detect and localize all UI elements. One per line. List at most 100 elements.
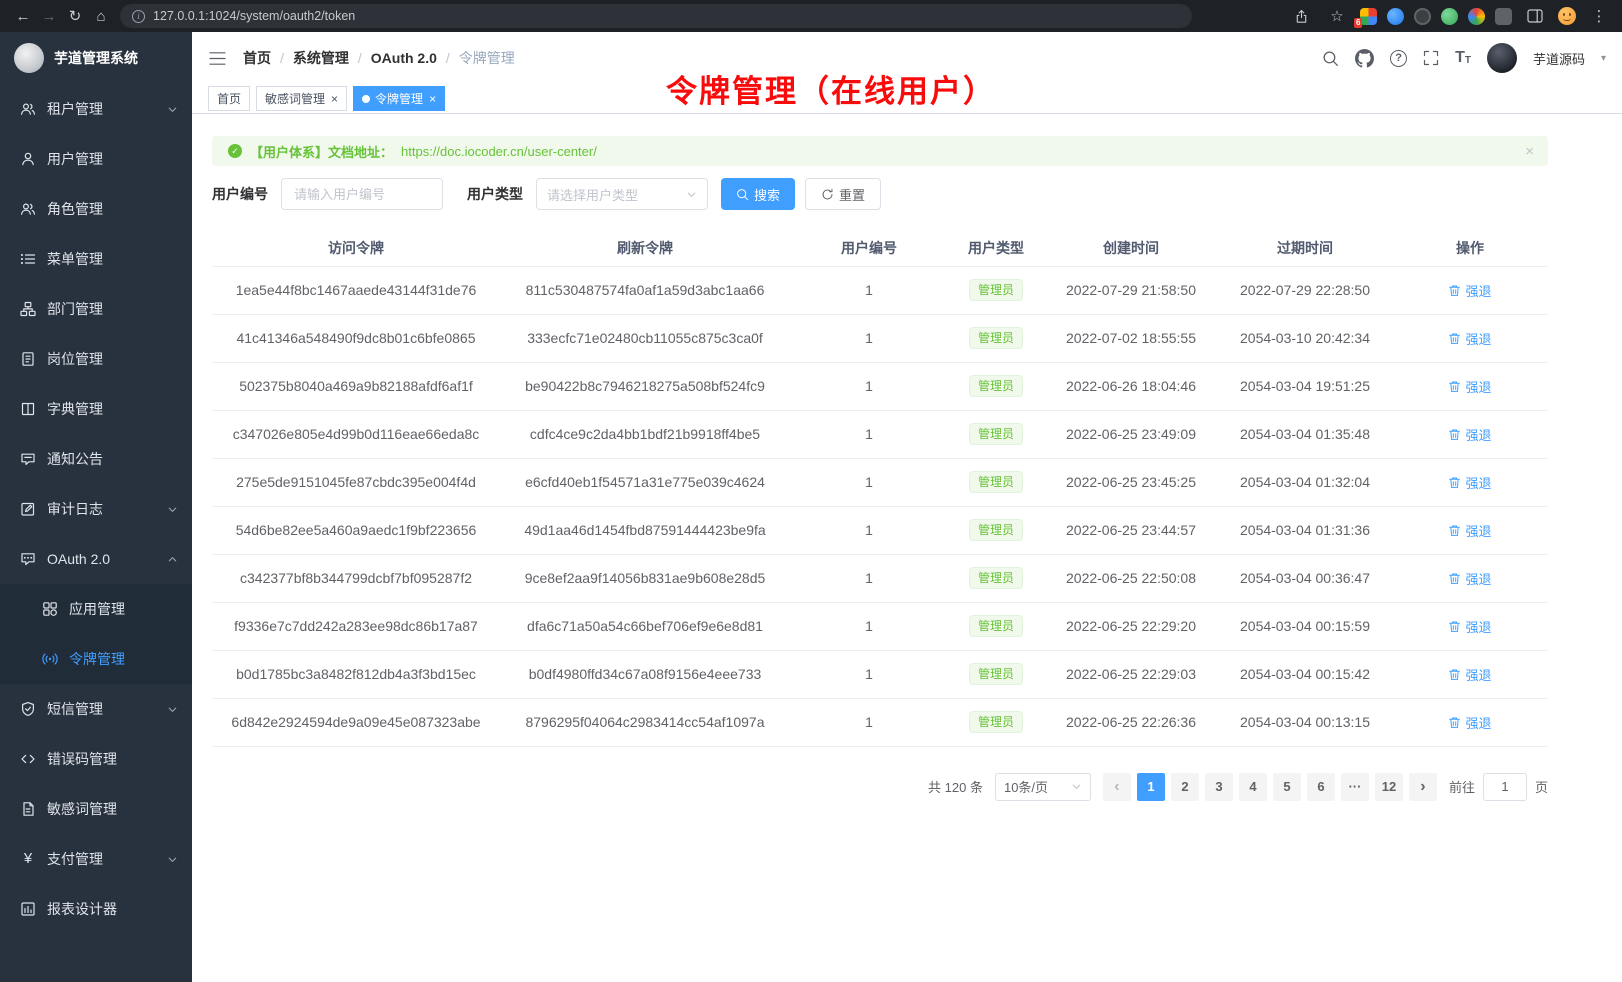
user-avatar[interactable] [1487,43,1517,73]
bookmark-star-icon[interactable]: ☆ [1324,3,1350,29]
sidebar-item-user-mgmt[interactable]: 用户管理 [0,134,192,184]
close-icon[interactable]: × [429,93,436,105]
browser-toolbar-right: ☆ 6 ⋮ [1288,3,1612,29]
breadcrumb-oauth2[interactable]: OAuth 2.0 [371,50,437,66]
sidebar-item-dept-mgmt[interactable]: 部门管理 [0,284,192,334]
user-type-badge: 管理员 [969,279,1023,301]
create-time-cell: 2022-06-25 22:29:20 [1044,602,1218,650]
actions-cell: 强退 [1392,314,1548,362]
sidebar-item-oauth2[interactable]: OAuth 2.0 [0,534,192,584]
help-icon[interactable]: ? [1390,50,1407,67]
sidebar-item-error-code[interactable]: 错误码管理 [0,734,192,784]
user-type-select[interactable]: 请选择用户类型 [536,178,708,210]
force-logout-button[interactable]: 强退 [1448,569,1491,588]
sidebar-item-role-mgmt[interactable]: 角色管理 [0,184,192,234]
sidebar-toggle-icon[interactable] [208,50,227,67]
access-token-cell: b0d1785bc3a8482f812db4a3f3bd15ec [212,650,500,698]
browser-profile-avatar[interactable] [1558,7,1576,25]
col-actions: 操作 [1392,230,1548,266]
extension-pinwheel-icon[interactable] [1468,8,1485,25]
goto-page-input[interactable] [1483,773,1527,801]
alert-close-icon[interactable]: × [1525,144,1534,159]
breadcrumb-system-mgmt[interactable]: 系统管理 [293,48,349,68]
page-number-button[interactable]: 2 [1171,773,1199,801]
user-id-cell: 1 [790,362,948,410]
sidebar-item-menu-mgmt[interactable]: 菜单管理 [0,234,192,284]
table-row: 1ea5e44f8bc1467aaede43144f31de76 811c530… [212,266,1548,314]
user-id-input[interactable] [281,178,443,210]
sidebar-item-tenant-mgmt[interactable]: 租户管理 [0,84,192,134]
user-type-cell: 管理员 [948,698,1044,746]
sidebar-item-oauth2-app[interactable]: 应用管理 [0,584,192,634]
col-expire-time: 过期时间 [1218,230,1392,266]
force-logout-button[interactable]: 强退 [1448,425,1491,444]
create-time-cell: 2022-07-02 18:55:55 [1044,314,1218,362]
tab-sensitive-word[interactable]: 敏感词管理 × [256,86,347,111]
browser-back-icon[interactable]: ← [10,3,36,29]
page-info-icon[interactable]: i [132,10,145,23]
force-logout-button[interactable]: 强退 [1448,713,1491,732]
page-number-button[interactable]: ··· [1341,773,1369,801]
browser-home-icon[interactable]: ⌂ [88,3,114,29]
force-logout-button[interactable]: 强退 [1448,281,1491,300]
refresh-token-cell: 49d1aa46d1454fbd87591444423be9fa [500,506,790,554]
sidebar-item-sensitive-word[interactable]: 敏感词管理 [0,784,192,834]
user-menu-caret-icon[interactable]: ▾ [1601,53,1606,64]
username[interactable]: 芋道源码 [1533,49,1585,68]
refresh-token-cell: b0df4980ffd34c67a08f9156e4eee733 [500,650,790,698]
sensitive-doc-icon [20,801,36,817]
force-logout-button[interactable]: 强退 [1448,377,1491,396]
doc-link[interactable]: https://doc.iocoder.cn/user-center/ [401,144,597,159]
address-bar[interactable]: i 127.0.0.1:1024/system/oauth2/token [120,4,1192,28]
extension-blue-icon[interactable] [1387,8,1404,25]
browser-chrome: ← → ↻ ⌂ i 127.0.0.1:1024/system/oauth2/t… [0,0,1622,32]
page-size-select[interactable]: 10条/页 [995,773,1091,801]
extension-green-icon[interactable] [1441,8,1458,25]
force-logout-button[interactable]: 强退 [1448,617,1491,636]
tenants-icon [20,101,36,117]
sidebar-item-report-designer[interactable]: 报表设计器 [0,884,192,934]
search-button[interactable]: 搜索 [721,178,795,210]
sidebar-item-sms-mgmt[interactable]: 短信管理 [0,684,192,734]
tab-token-mgmt[interactable]: 令牌管理 × [353,86,445,111]
browser-reload-icon[interactable]: ↻ [62,3,88,29]
sidebar-item-notice-mgmt[interactable]: 通知公告 [0,434,192,484]
sidebar-item-oauth2-token[interactable]: 令牌管理 [0,634,192,684]
extension-grid-icon[interactable]: 6 [1360,8,1377,25]
page-number-button[interactable]: 4 [1239,773,1267,801]
sidebar-item-label: 部门管理 [47,299,103,319]
page-size-value: 10条/页 [1004,777,1048,796]
share-icon[interactable] [1288,3,1314,29]
sidebar-item-audit-log[interactable]: 审计日志 [0,484,192,534]
reset-button[interactable]: 重置 [805,178,881,210]
page-number-button[interactable]: 5 [1273,773,1301,801]
page-number-button[interactable]: 1 [1137,773,1165,801]
force-logout-button[interactable]: 强退 [1448,521,1491,540]
page-number-button[interactable]: 12 [1375,773,1403,801]
breadcrumb-home[interactable]: 首页 [243,48,271,68]
side-panel-icon[interactable] [1522,3,1548,29]
force-logout-button[interactable]: 强退 [1448,329,1491,348]
font-size-icon[interactable]: TT [1455,50,1471,66]
sidebar-item-post-mgmt[interactable]: 岗位管理 [0,334,192,384]
browser-forward-icon[interactable]: → [36,3,62,29]
tab-home[interactable]: 首页 [208,86,250,111]
force-logout-button[interactable]: 强退 [1448,665,1491,684]
page-number-button[interactable]: 3 [1205,773,1233,801]
github-icon[interactable] [1355,49,1374,68]
prev-page-button[interactable]: ‹ [1103,773,1131,801]
sms-shield-icon [20,701,36,717]
tab-label: 首页 [217,90,241,107]
browser-menu-icon[interactable]: ⋮ [1586,3,1612,29]
fullscreen-icon[interactable] [1423,50,1439,66]
extensions-puzzle-icon[interactable] [1495,8,1512,25]
extension-dark-icon[interactable] [1414,8,1431,25]
page-number-button[interactable]: 6 [1307,773,1335,801]
logo-row[interactable]: 芋道管理系统 [0,32,192,84]
next-page-button[interactable]: › [1409,773,1437,801]
sidebar-item-pay-mgmt[interactable]: ¥ 支付管理 [0,834,192,884]
sidebar-item-dict-mgmt[interactable]: 字典管理 [0,384,192,434]
search-icon[interactable] [1322,50,1339,67]
force-logout-button[interactable]: 强退 [1448,473,1491,492]
close-icon[interactable]: × [331,93,338,105]
